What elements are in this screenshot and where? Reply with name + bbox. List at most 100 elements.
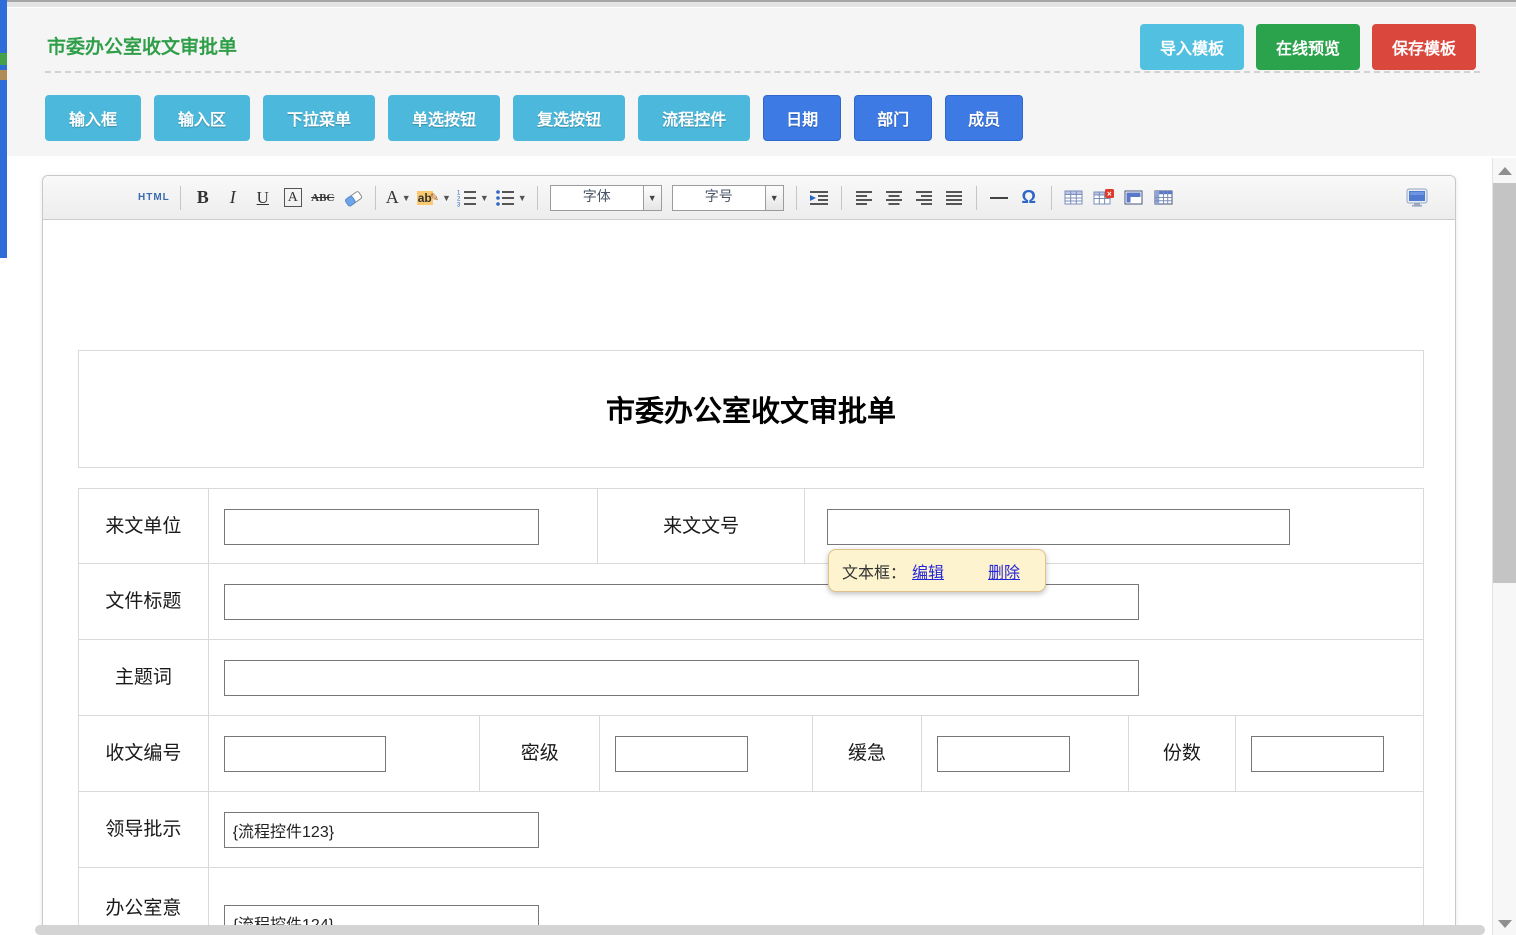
header: 市委办公室收文审批单 导入模板 在线预览 保存模板 输入框 输入区 下拉菜单 单… xyxy=(7,8,1516,156)
label-lingdao-pishi: 领导批示 xyxy=(79,792,209,868)
lingdao-pishi-input[interactable] xyxy=(224,812,539,848)
cell-wenjian-biaoti xyxy=(209,564,1423,640)
indent-icon xyxy=(809,190,829,206)
table-row: 领导批示 xyxy=(79,792,1423,868)
toolbar-separator xyxy=(796,186,797,210)
add-department-button[interactable]: 部门 xyxy=(854,95,932,141)
unordered-list-button[interactable]: ▼ xyxy=(495,185,527,211)
align-center-icon xyxy=(885,190,903,206)
font-size-select[interactable]: 字号 ▼ xyxy=(672,185,784,211)
align-left-button[interactable] xyxy=(852,185,876,211)
laiwen-wenhao-input[interactable] xyxy=(827,509,1290,545)
cell-miji xyxy=(600,716,812,792)
table-row: 收文编号 密级 缓急 份数 xyxy=(79,716,1423,792)
cell-zhutici xyxy=(209,640,1423,716)
huanji-input[interactable] xyxy=(937,736,1070,772)
font-color-button[interactable]: A ▼ xyxy=(386,185,411,211)
save-template-button[interactable]: 保存模板 xyxy=(1372,24,1476,70)
special-char-button[interactable]: Ω xyxy=(1017,185,1041,211)
toolbar-separator xyxy=(537,186,538,210)
bold-button[interactable]: B xyxy=(191,185,215,211)
vertical-scrollbar-thumb[interactable] xyxy=(1493,183,1516,583)
table-cell-icon xyxy=(1124,189,1143,206)
add-member-button[interactable]: 成员 xyxy=(945,95,1023,141)
window-top-edge xyxy=(0,0,1516,8)
add-checkbox-button[interactable]: 复选按钮 xyxy=(513,95,625,141)
chevron-down-icon: ▼ xyxy=(402,193,411,203)
unordered-list-icon xyxy=(495,189,515,207)
vertical-scrollbar[interactable] xyxy=(1492,158,1516,935)
highlight-color-button[interactable]: ab ✎ ▼ xyxy=(417,185,451,211)
fenshu-input[interactable] xyxy=(1251,736,1384,772)
align-justify-button[interactable] xyxy=(942,185,966,211)
add-flow-control-button[interactable]: 流程控件 xyxy=(638,95,750,141)
toolbar-separator xyxy=(841,186,842,210)
source-code-label: HTML xyxy=(138,192,170,203)
form-table: 来文单位 来文文号 文件标题 主题词 xyxy=(78,488,1424,935)
table-grid-icon xyxy=(1154,189,1173,206)
delete-field-link[interactable]: 删除 xyxy=(988,559,1020,583)
align-right-button[interactable] xyxy=(912,185,936,211)
laiwen-danwei-input[interactable] xyxy=(224,509,539,545)
align-right-icon xyxy=(915,190,933,206)
add-radio-button[interactable]: 单选按钮 xyxy=(388,95,500,141)
add-date-button[interactable]: 日期 xyxy=(763,95,841,141)
form-title: 市委办公室收文审批单 xyxy=(606,388,896,430)
edit-field-link[interactable]: 编辑 xyxy=(912,559,944,583)
chevron-down-icon: ▼ xyxy=(480,193,489,203)
remove-format-button[interactable] xyxy=(341,185,365,211)
cell-laiwen-danwei xyxy=(209,489,598,564)
delete-table-button[interactable]: × xyxy=(1092,185,1116,211)
table-icon xyxy=(1064,189,1083,206)
tooltip-label: 文本框： xyxy=(842,559,906,583)
pencil-icon: ✎ xyxy=(430,191,439,204)
cell-shouwen-bianhao xyxy=(209,716,480,792)
dotted-divider xyxy=(45,71,1480,73)
zhutici-input[interactable] xyxy=(224,660,1139,696)
field-tooltip: 文本框： 编辑 删除 xyxy=(828,549,1046,592)
left-edge-mark xyxy=(0,70,7,80)
svg-text:3: 3 xyxy=(457,202,461,207)
miji-input[interactable] xyxy=(615,736,748,772)
add-dropdown-button[interactable]: 下拉菜单 xyxy=(263,95,375,141)
chevron-down-icon: ▼ xyxy=(442,193,451,203)
ordered-list-button[interactable]: 1 2 3 ▼ xyxy=(457,185,489,211)
insert-table-button[interactable] xyxy=(1062,185,1086,211)
label-fenshu: 份数 xyxy=(1129,716,1237,792)
cell-fenshu xyxy=(1236,716,1423,792)
table-props-button[interactable] xyxy=(1152,185,1176,211)
add-textarea-button[interactable]: 输入区 xyxy=(154,95,250,141)
indent-button[interactable] xyxy=(807,185,831,211)
import-template-button[interactable]: 导入模板 xyxy=(1140,24,1244,70)
chevron-down-icon[interactable]: ▼ xyxy=(643,186,661,210)
table-cell-props-button[interactable] xyxy=(1122,185,1146,211)
shouwen-bianhao-input[interactable] xyxy=(224,736,386,772)
cell-huanji xyxy=(922,716,1128,792)
table-row: 来文单位 来文文号 xyxy=(79,489,1423,564)
label-zhutici: 主题词 xyxy=(79,640,209,716)
format-block-button[interactable]: A xyxy=(281,185,305,211)
horizontal-scrollbar-thumb[interactable] xyxy=(35,925,1485,935)
source-code-button[interactable]: HTML xyxy=(138,185,170,211)
scroll-down-arrow-icon[interactable] xyxy=(1498,920,1512,928)
underline-button[interactable]: U xyxy=(251,185,275,211)
horizontal-rule-button[interactable] xyxy=(987,185,1011,211)
align-center-button[interactable] xyxy=(882,185,906,211)
label-huanji: 缓急 xyxy=(813,716,923,792)
online-preview-button[interactable]: 在线预览 xyxy=(1256,24,1360,70)
italic-button[interactable]: I xyxy=(221,185,245,211)
scroll-up-arrow-icon[interactable] xyxy=(1498,167,1512,175)
chevron-down-icon[interactable]: ▼ xyxy=(765,186,783,210)
table-row: 主题词 xyxy=(79,640,1423,716)
eraser-icon xyxy=(342,189,364,207)
editor-toolbar: HTML B I U A ABC A ▼ xyxy=(43,176,1455,220)
label-shouwen-bianhao: 收文编号 xyxy=(79,716,209,792)
font-family-select[interactable]: 字体 ▼ xyxy=(550,185,662,211)
fullscreen-button[interactable] xyxy=(1405,185,1429,211)
left-edge-mark xyxy=(0,53,7,65)
align-left-icon xyxy=(855,190,873,206)
editor-document[interactable]: 市委办公室收文审批单 来文单位 来文文号 文件标题 xyxy=(43,220,1455,935)
strikethrough-button[interactable]: ABC xyxy=(311,185,335,211)
form-title-box: 市委办公室收文审批单 xyxy=(78,350,1424,468)
add-input-box-button[interactable]: 输入框 xyxy=(45,95,141,141)
